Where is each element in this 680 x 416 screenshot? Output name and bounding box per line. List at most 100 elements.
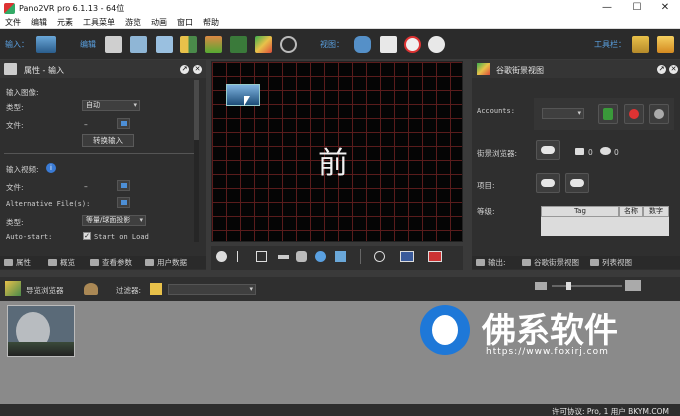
tour-map-icon[interactable]	[180, 36, 197, 53]
panorama-thumbnail-icon[interactable]	[226, 84, 260, 106]
landscape-icon	[8, 342, 74, 356]
tab-user-data-label: 用户数据	[157, 258, 187, 267]
red-color-icon[interactable]	[428, 251, 442, 262]
patch-input-icon[interactable]	[105, 36, 122, 53]
level-label: 等级:	[477, 207, 495, 216]
tab-properties[interactable]: 属性	[2, 256, 46, 269]
stopwatch-icon[interactable]	[404, 36, 421, 53]
cheese-icon[interactable]	[657, 36, 674, 53]
panel-close-button[interactable]: ✕	[193, 65, 202, 74]
watermark-logo-inner	[432, 315, 458, 345]
watermark-logo	[420, 305, 470, 355]
thumbnail-size-slider[interactable]	[552, 282, 622, 290]
cursor-icon	[244, 96, 250, 106]
filter-label: 过滤器:	[116, 286, 142, 295]
panorama-small-icon[interactable]	[335, 251, 346, 262]
vertical-line-icon[interactable]	[237, 251, 243, 262]
magic-wand-icon[interactable]	[230, 36, 247, 53]
tab-output[interactable]: 输出:	[474, 256, 520, 269]
filter-pencil-icon[interactable]	[150, 283, 162, 295]
node-thumbnail[interactable]	[7, 305, 75, 357]
accounts-label: Accounts:	[477, 107, 515, 115]
clipboard-icon[interactable]	[380, 36, 397, 53]
filter-select[interactable]	[168, 284, 256, 295]
small-thumb-icon[interactable]	[535, 282, 547, 290]
grid-icon[interactable]	[256, 251, 267, 262]
open-file-button[interactable]	[117, 118, 130, 129]
autostart-checkbox[interactable]: ✓	[83, 232, 91, 240]
tab-user-data[interactable]: 用户数据	[143, 256, 201, 269]
slider-handle[interactable]	[566, 282, 571, 290]
menu-window[interactable]: 窗口	[172, 16, 198, 28]
binoculars-icon[interactable]	[354, 36, 371, 53]
wizard-hat-icon[interactable]	[632, 36, 649, 53]
eye-icon[interactable]	[428, 36, 445, 53]
menu-help[interactable]: 帮助	[198, 16, 224, 28]
video-type-select-value: 等量/球面投影	[86, 216, 131, 224]
level-icon[interactable]	[278, 255, 289, 259]
move-icon[interactable]	[315, 251, 326, 262]
browser-cloud-button[interactable]	[536, 140, 560, 160]
properties-panel: 属性 - 输入 ↗ ✕ 输入图像: 类型: 自动 文件: – 转换输入 输入视频…	[0, 60, 206, 270]
tour-browser-title: 导览浏览器	[26, 286, 64, 295]
title-bar: Pano2VR pro 6.1.13 - 64位 — ☐ ✕	[0, 0, 680, 16]
accounts-select[interactable]	[542, 108, 584, 119]
alt-files-button[interactable]	[117, 197, 130, 208]
info-icon[interactable]: i	[46, 163, 56, 173]
video-file-label: 文件:	[6, 183, 24, 192]
tab-overview[interactable]: 概览	[46, 256, 90, 269]
account-info-button[interactable]	[649, 104, 669, 124]
type-select-value: 自动	[86, 101, 100, 109]
streetview-tab-icon	[522, 259, 531, 266]
cloud-download-icon	[541, 179, 555, 187]
project-upload-button[interactable]	[565, 173, 589, 193]
menu-edit[interactable]: 编辑	[26, 16, 52, 28]
panel-float-button[interactable]: ↗	[180, 65, 189, 74]
viewing-parameters-icon[interactable]	[130, 36, 147, 53]
user-sort-icon[interactable]	[84, 283, 98, 295]
minimize-button[interactable]: —	[592, 0, 622, 16]
menu-file[interactable]: 文件	[0, 16, 26, 28]
level-table[interactable]: Tag 名称 数字	[541, 206, 669, 236]
column-number[interactable]: 数字	[643, 206, 669, 217]
film-reel-icon[interactable]	[280, 36, 297, 53]
google-streetview-icon[interactable]	[255, 36, 272, 53]
column-name[interactable]: 名称	[619, 206, 643, 217]
tour-browser-icon	[5, 281, 21, 296]
media-icon[interactable]	[156, 36, 173, 53]
skin-editor-icon[interactable]	[205, 36, 222, 53]
menu-tour[interactable]: 游览	[120, 16, 146, 28]
remove-account-button[interactable]	[624, 104, 644, 124]
streetview-icon	[477, 63, 490, 75]
close-button[interactable]: ✕	[650, 0, 680, 16]
project-download-button[interactable]	[536, 173, 560, 193]
maximize-button[interactable]: ☐	[622, 0, 652, 16]
hotspot-icon[interactable]	[296, 251, 307, 262]
open-video-button[interactable]	[117, 180, 130, 191]
menu-elements[interactable]: 元素	[52, 16, 78, 28]
tab-view-params[interactable]: 查看参数	[88, 256, 144, 269]
column-tag[interactable]: Tag	[541, 206, 619, 217]
properties-scroll-thumb[interactable]	[194, 80, 199, 140]
compass-icon[interactable]	[216, 251, 227, 262]
tab-list-view[interactable]: 列表视图	[588, 256, 648, 269]
tour-browser-area[interactable]: 佛系软件 https://www.foxirj.com	[0, 301, 680, 404]
streetview-float-button[interactable]: ↗	[657, 65, 666, 74]
video-type-select[interactable]: 等量/球面投影	[82, 215, 146, 226]
tab-streetview[interactable]: 谷歌街景视图	[520, 256, 588, 269]
menu-animation[interactable]: 动画	[146, 16, 172, 28]
type-label: 类型:	[6, 103, 24, 112]
large-thumb-icon[interactable]	[625, 280, 641, 291]
file-label: 文件:	[6, 121, 24, 130]
panorama-input-icon[interactable]	[36, 36, 56, 53]
menu-tools[interactable]: 工具菜单	[78, 16, 120, 28]
properties-scrollbar[interactable]	[194, 80, 199, 242]
type-select[interactable]: 自动	[82, 100, 140, 111]
streetview-title: 谷歌街景视图	[496, 66, 544, 75]
streetview-close-button[interactable]: ✕	[669, 65, 678, 74]
toolbar-divider	[360, 249, 361, 264]
crosshair-icon[interactable]	[374, 251, 385, 262]
convert-input-button[interactable]: 转换输入	[82, 134, 134, 147]
blue-color-icon[interactable]	[400, 251, 414, 262]
add-account-button[interactable]	[598, 104, 618, 124]
